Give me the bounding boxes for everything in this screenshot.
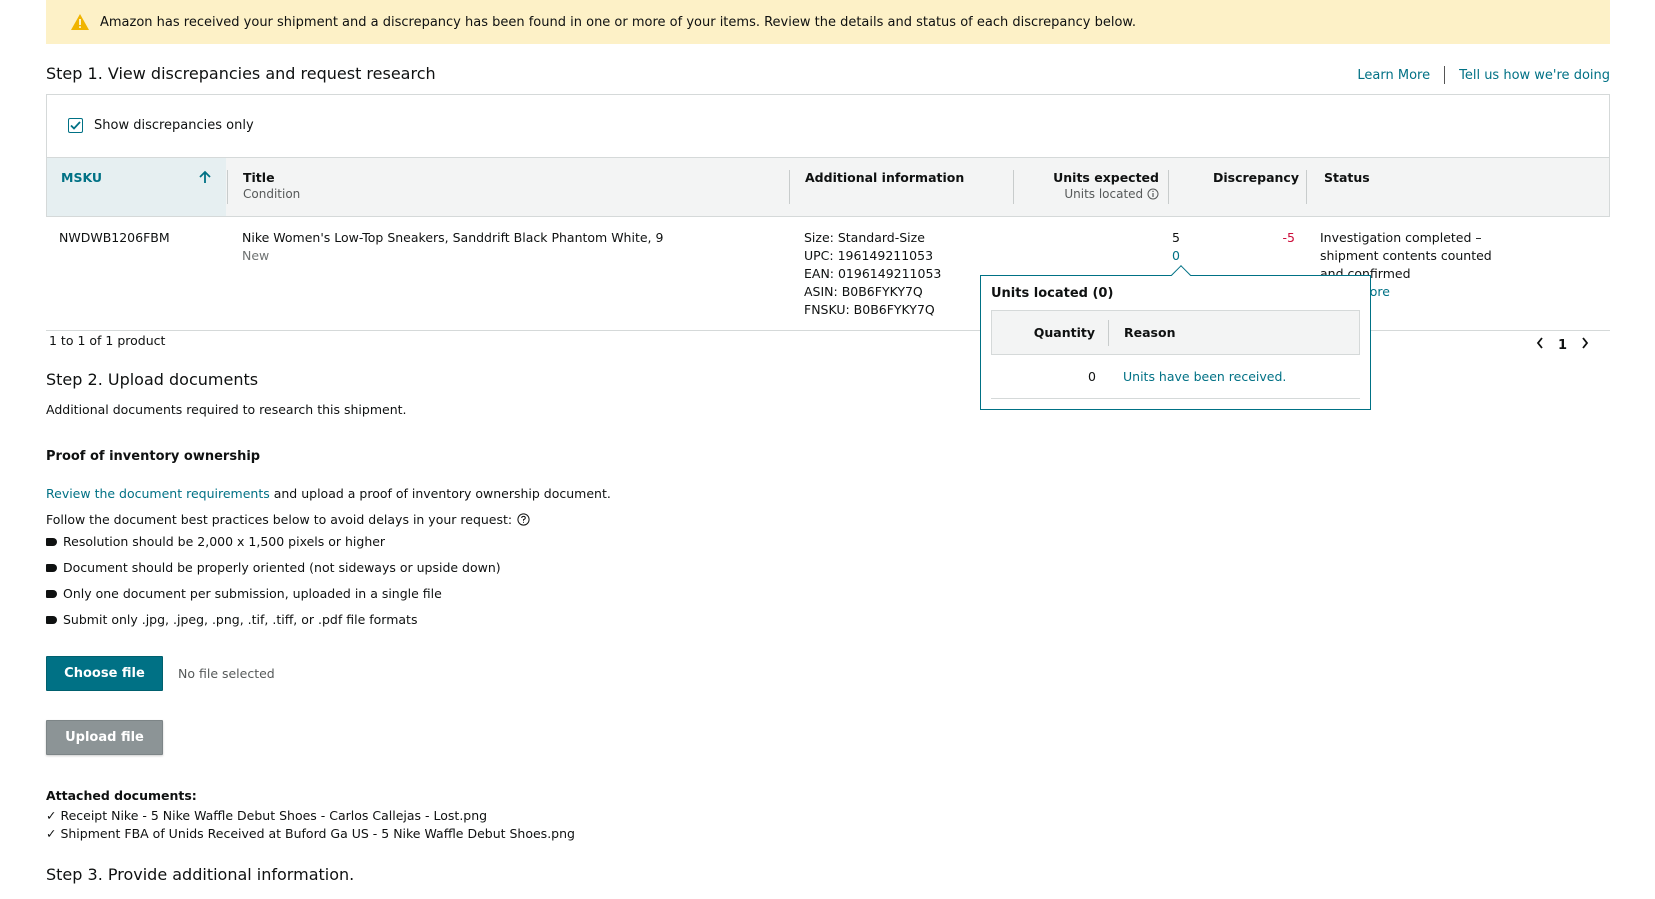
column-divider — [227, 170, 228, 204]
step2-title: Step 2. Upload documents — [46, 370, 259, 389]
attached-documents-title: Attached documents: — [46, 788, 197, 803]
msku-header-label: MSKU — [61, 170, 103, 185]
status-line-2: shipment contents counted — [1320, 248, 1492, 263]
popover-reason-header: Reason — [1124, 325, 1176, 340]
units-located-header-label: Units located — [1064, 187, 1144, 201]
bullet-text: Document should be properly oriented (no… — [63, 560, 501, 575]
page-number[interactable]: 1 — [1558, 338, 1567, 353]
header-links: Learn More Tell us how we're doing — [1357, 66, 1610, 84]
column-divider — [789, 170, 790, 204]
bullet-icon — [46, 564, 57, 572]
list-item: Submit only .jpg, .jpeg, .png, .tif, .ti… — [46, 607, 501, 633]
info-icon — [1147, 188, 1159, 200]
column-divider — [1013, 170, 1014, 204]
units-located-popover: Units located (0) Quantity Reason 0 Unit… — [980, 265, 1371, 410]
pagination: 1 — [1536, 337, 1589, 353]
step3-title: Step 3. Provide additional information. — [46, 865, 355, 884]
product-count: 1 to 1 of 1 product — [49, 333, 166, 348]
popover-quantity-header: Quantity — [1033, 325, 1095, 340]
best-practices-line: Follow the document best practices below… — [46, 512, 530, 527]
title-cell: Nike Women's Low-Top Sneakers, Sanddrift… — [242, 229, 663, 265]
units-located-header: Units located — [1027, 187, 1159, 201]
popover-title: Units located (0) — [991, 286, 1114, 301]
units-located-link[interactable]: 0 — [1100, 247, 1180, 265]
bullet-icon — [46, 616, 57, 624]
bullet-text: Submit only .jpg, .jpeg, .png, .tif, .ti… — [63, 612, 418, 627]
bullet-icon — [46, 538, 57, 546]
warning-icon — [70, 13, 90, 31]
column-header-units: Units expected Units located — [1027, 158, 1159, 216]
chevron-right-icon[interactable] — [1581, 337, 1589, 353]
status-line-1: Investigation completed – — [1320, 230, 1482, 245]
help-icon[interactable] — [517, 513, 530, 526]
chevron-left-icon[interactable] — [1536, 337, 1544, 353]
column-header-discrepancy: Discrepancy — [1213, 170, 1299, 185]
feedback-link[interactable]: Tell us how we're doing — [1459, 68, 1610, 83]
popover-arrow — [1171, 265, 1191, 285]
column-header-msku[interactable]: MSKU — [47, 158, 226, 216]
row-divider — [46, 330, 1610, 331]
column-header-title: Title Condition — [243, 158, 300, 216]
learn-more-link[interactable]: Learn More — [1357, 68, 1430, 83]
popover-table-row: 0 Units have been received. — [991, 355, 1360, 399]
show-discrepancies-label: Show discrepancies only — [94, 118, 254, 133]
ean-info: EAN: 0196149211053 — [804, 266, 942, 281]
discrepancy-value: -5 — [1282, 230, 1295, 245]
column-divider — [1168, 170, 1169, 204]
additional-info-cell: Size: Standard-Size UPC: 196149211053 EA… — [804, 229, 941, 319]
product-condition: New — [242, 248, 270, 263]
banner-text: Amazon has received your shipment and a … — [100, 14, 1137, 30]
attached-document-item: ✓ Receipt Nike - 5 Nike Waffle Debut Sho… — [46, 808, 488, 823]
proof-of-ownership-title: Proof of inventory ownership — [46, 449, 261, 464]
sort-ascending-icon[interactable] — [198, 170, 212, 187]
popover-quantity-value: 0 — [1088, 369, 1096, 384]
column-header-additional: Additional information — [805, 170, 965, 185]
choose-file-button[interactable]: Choose file — [46, 656, 163, 691]
product-title: Nike Women's Low-Top Sneakers, Sanddrift… — [242, 230, 664, 245]
best-practices-text: Follow the document best practices below… — [46, 512, 513, 527]
step1-title: Step 1. View discrepancies and request r… — [46, 64, 436, 83]
upc-info: UPC: 196149211053 — [804, 248, 934, 263]
discrepancy-alert-banner: Amazon has received your shipment and a … — [46, 0, 1610, 44]
bullet-text: Resolution should be 2,000 x 1,500 pixel… — [63, 534, 386, 549]
msku-cell: NWDWB1206FBM — [59, 230, 170, 245]
bullet-icon — [46, 590, 57, 598]
attached-document-item: ✓ Shipment FBA of Unids Received at Bufo… — [46, 826, 575, 841]
fnsku-info: FNSKU: B0B6FYKY7Q — [804, 302, 935, 317]
link-divider — [1444, 66, 1446, 84]
condition-header-label: Condition — [243, 187, 301, 201]
column-header-status: Status — [1324, 170, 1370, 185]
units-cell: 5 0 — [1100, 229, 1180, 265]
size-info: Size: Standard-Size — [804, 230, 925, 245]
list-item: Document should be properly oriented (no… — [46, 555, 501, 581]
column-divider — [1108, 320, 1109, 346]
list-item: Resolution should be 2,000 x 1,500 pixel… — [46, 529, 501, 555]
review-requirements-link[interactable]: Review the document requirements — [46, 486, 270, 501]
show-discrepancies-checkbox[interactable] — [68, 118, 83, 133]
no-file-selected-text: No file selected — [178, 666, 275, 681]
show-discrepancies-toggle[interactable]: Show discrepancies only — [68, 118, 254, 133]
units-expected-header-label: Units expected — [1053, 170, 1159, 185]
attached-documents-list: ✓ Receipt Nike - 5 Nike Waffle Debut Sho… — [46, 807, 575, 843]
list-item: Only one document per submission, upload… — [46, 581, 501, 607]
review-requirements-line: Review the document requirements and upl… — [46, 486, 611, 501]
column-divider — [1306, 170, 1307, 204]
asin-info: ASIN: B0B6FYKY7Q — [804, 284, 923, 299]
popover-reason-link[interactable]: Units have been received. — [1123, 369, 1286, 384]
units-expected-value: 5 — [1172, 230, 1180, 245]
checkmark-icon — [70, 121, 81, 130]
popover-table-header: Quantity Reason — [991, 310, 1360, 355]
step2-subtitle: Additional documents required to researc… — [46, 402, 407, 417]
best-practices-list: Resolution should be 2,000 x 1,500 pixel… — [46, 529, 501, 633]
upload-file-button[interactable]: Upload file — [46, 720, 163, 755]
title-header-label: Title — [243, 170, 275, 185]
bullet-text: Only one document per submission, upload… — [63, 586, 442, 601]
review-requirements-text: and upload a proof of inventory ownershi… — [269, 486, 611, 501]
table-header: MSKU Title Condition Additional informat… — [46, 157, 1610, 217]
